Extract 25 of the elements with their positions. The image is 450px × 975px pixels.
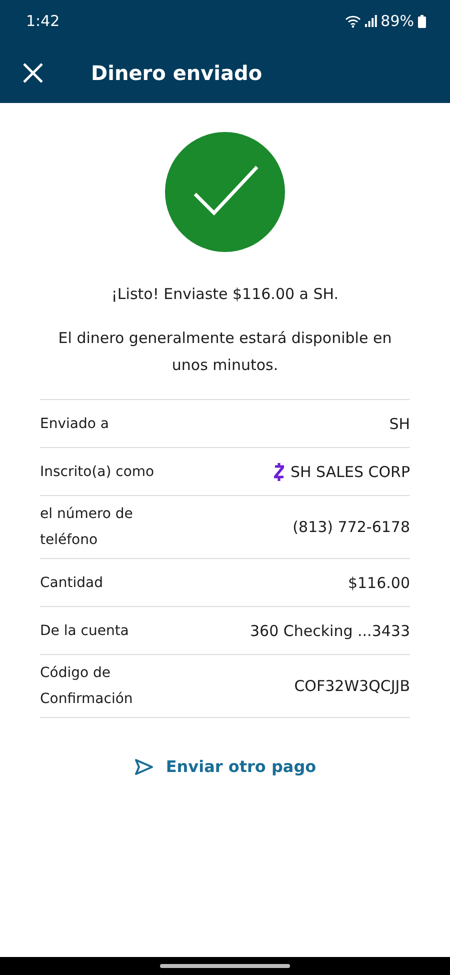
battery-level: 89% [380, 12, 414, 30]
detail-label: De la cuenta [40, 622, 129, 640]
detail-label: Enviado a [40, 414, 109, 434]
status-time: 1:42 [26, 12, 60, 30]
screen-title: Dinero enviado [91, 60, 262, 84]
send-another-button[interactable]: Enviar otro pago [130, 753, 320, 780]
detail-value: $116.00 [348, 574, 410, 592]
detail-value: (813) 772-6178 [292, 518, 410, 536]
battery-icon [418, 14, 426, 28]
success-message: ¡Listo! Enviaste $116.00 a SH. [111, 285, 339, 303]
signal-icon [364, 15, 377, 27]
availability-note: El dinero generalmente estará disponible en unos minutos. [57, 328, 393, 376]
checkmark-icon [165, 132, 285, 252]
detail-label: Cantidad [40, 574, 103, 592]
detail-label: el número de teléfono [40, 505, 134, 550]
detail-value: SH [389, 414, 410, 432]
zelle-icon [274, 462, 284, 480]
send-icon [134, 758, 154, 776]
wifi-icon [344, 14, 361, 28]
detail-value: 360 Checking ...3433 [250, 622, 410, 640]
close-icon[interactable] [22, 62, 44, 84]
detail-value: COF32W3QCJJB [294, 677, 410, 695]
detail-value: SH SALES CORP [290, 462, 410, 480]
detail-label: Código de Confirmación [40, 664, 134, 709]
detail-label: Inscrito(a) como [40, 462, 154, 482]
